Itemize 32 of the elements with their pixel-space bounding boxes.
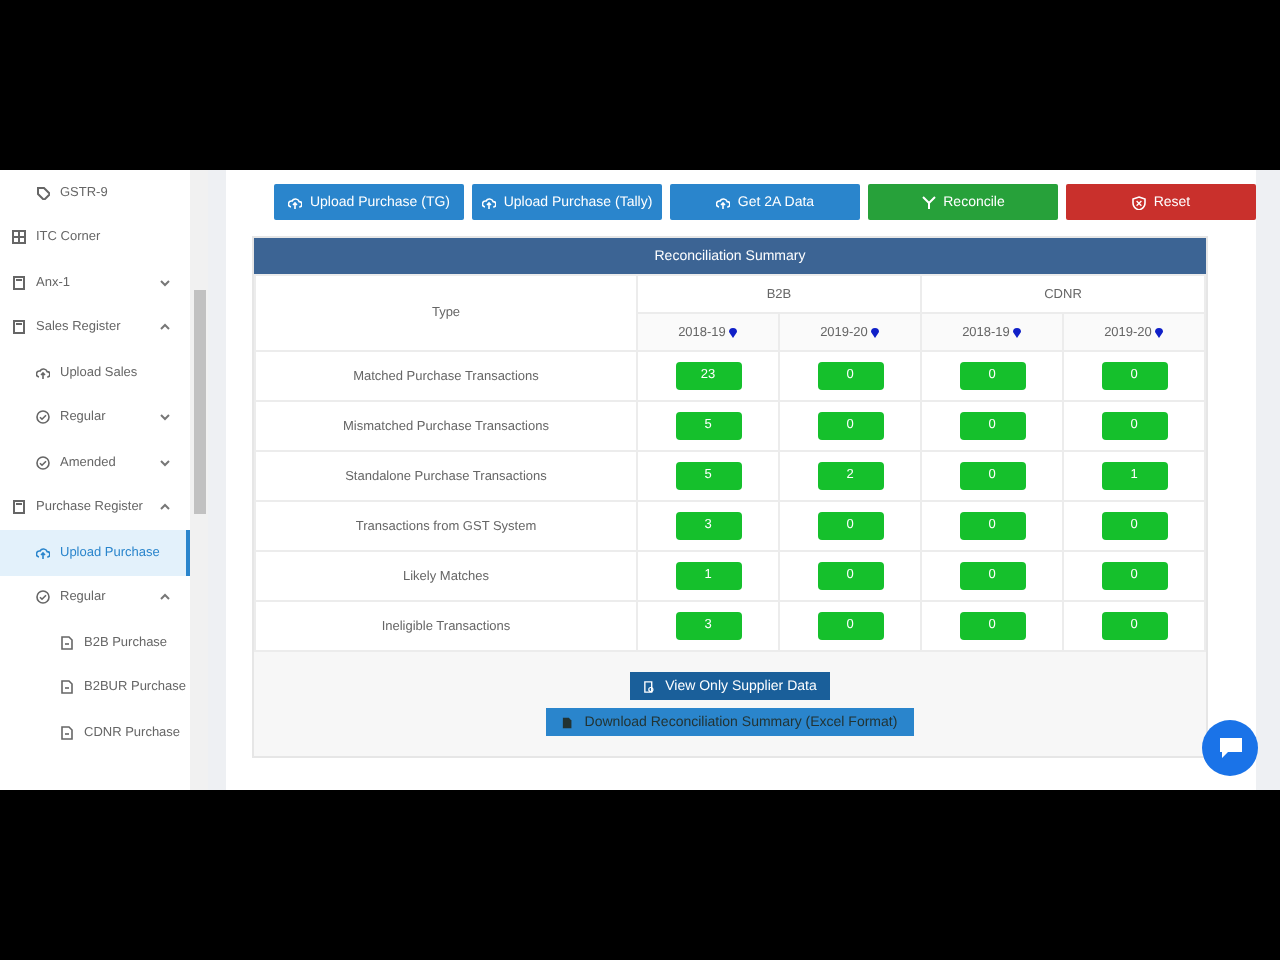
file-icon — [562, 715, 575, 729]
pin-icon[interactable] — [869, 326, 880, 338]
cloud-upload-icon — [36, 365, 50, 380]
chat-bubble-icon — [1217, 736, 1243, 760]
pin-icon[interactable] — [1011, 326, 1022, 338]
pin-icon[interactable] — [1153, 326, 1164, 338]
cloud-upload-icon — [36, 545, 50, 560]
sidebar-scrollbar[interactable] — [190, 170, 208, 790]
document-icon — [12, 320, 26, 335]
pin-icon[interactable] — [727, 326, 738, 338]
cloud-upload-icon — [481, 195, 496, 209]
shield-icon — [1131, 195, 1146, 209]
cloud-upload-icon — [715, 195, 730, 209]
check-circle-icon — [36, 410, 50, 425]
chevron-down-icon[interactable] — [160, 457, 170, 468]
cloud-upload-icon — [287, 195, 302, 209]
check-circle-icon — [36, 455, 50, 470]
chevron-down-icon[interactable] — [160, 412, 170, 423]
check-circle-icon — [36, 590, 50, 605]
filter-icon — [921, 195, 936, 209]
file-icon — [60, 635, 74, 650]
grid-icon — [12, 230, 26, 245]
file-icon — [60, 680, 74, 695]
document-icon — [12, 500, 26, 515]
chevron-up-icon[interactable] — [160, 502, 170, 513]
tag-icon — [36, 185, 50, 200]
file-icon — [60, 725, 74, 740]
chevron-up-icon[interactable] — [160, 322, 170, 333]
chevron-up-icon[interactable] — [160, 592, 170, 603]
chevron-down-icon[interactable] — [160, 277, 170, 288]
document-search-icon — [643, 679, 656, 693]
document-icon — [12, 275, 26, 290]
